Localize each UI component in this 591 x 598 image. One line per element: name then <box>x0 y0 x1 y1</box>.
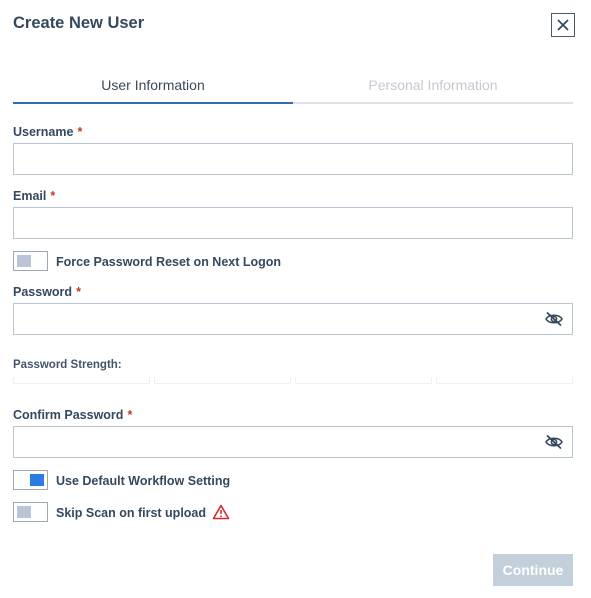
force-password-reset-label: Force Password Reset on Next Logon <box>56 255 282 269</box>
password-strength-label: Password Strength: <box>13 359 122 371</box>
username-input[interactable] <box>13 143 573 175</box>
toggle-knob <box>17 506 31 518</box>
required-mark: * <box>77 125 83 139</box>
default-workflow-label: Use Default Workflow Setting <box>56 474 231 488</box>
confirm-password-label: Confirm Password * <box>13 408 133 422</box>
eye-slash-icon[interactable] <box>544 311 564 327</box>
toggle-knob <box>17 255 31 267</box>
tab-user-information[interactable]: User Information <box>13 72 293 104</box>
eye-slash-icon[interactable] <box>544 434 564 450</box>
dialog-title: Create New User <box>13 14 145 32</box>
tab-personal-information[interactable]: Personal Information <box>293 72 573 104</box>
force-password-reset-toggle[interactable] <box>13 251 48 271</box>
confirm-password-input[interactable] <box>13 426 573 458</box>
toggle-knob <box>30 474 44 486</box>
close-icon <box>557 19 569 31</box>
strength-segment <box>154 377 291 384</box>
skip-scan-toggle[interactable] <box>13 502 48 522</box>
continue-button[interactable]: Continue <box>493 554 573 586</box>
password-label: Password * <box>13 285 81 299</box>
strength-segment <box>436 377 573 384</box>
password-strength-meter <box>13 377 573 385</box>
required-mark: * <box>76 285 81 299</box>
username-label: Username * <box>13 125 83 139</box>
required-mark: * <box>127 408 133 422</box>
close-button[interactable] <box>551 13 575 37</box>
warning-triangle-icon[interactable] <box>212 504 230 520</box>
default-workflow-toggle[interactable] <box>13 470 48 490</box>
email-label: Email * <box>13 189 56 203</box>
email-input[interactable] <box>13 207 573 239</box>
tab-bar: User Information Personal Information <box>13 72 573 104</box>
strength-segment <box>13 377 150 384</box>
required-mark: * <box>50 189 56 203</box>
password-input[interactable] <box>13 303 573 335</box>
skip-scan-label: Skip Scan on first upload <box>56 506 207 520</box>
strength-segment <box>295 377 432 384</box>
